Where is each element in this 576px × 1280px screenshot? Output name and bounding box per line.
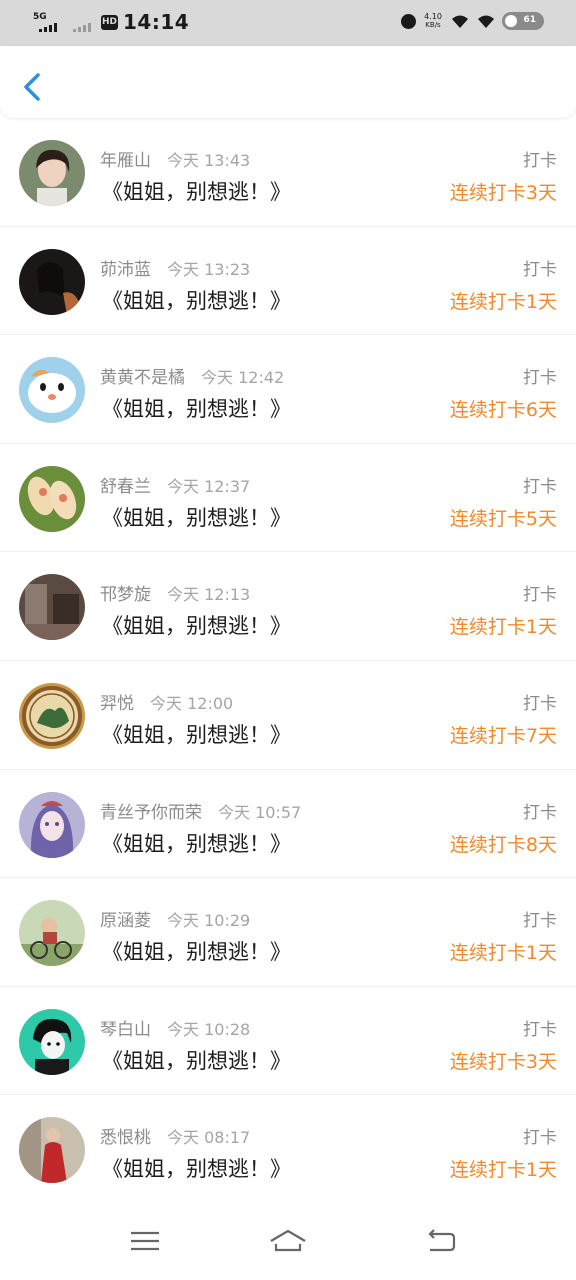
user-name: 悉恨桃 今天 08:17: [100, 1128, 251, 1149]
avatar: [19, 791, 85, 858]
list-item[interactable]: 原涵菱 今天 10:29 《姐姐，别想逃！》 打卡 连续打卡1天: [0, 878, 576, 987]
checkin-tag: 打卡: [523, 1128, 557, 1149]
streak-label: 连续打卡1天: [449, 616, 557, 639]
checkin-tag: 打卡: [523, 693, 557, 714]
battery-circle-icon: [505, 15, 517, 27]
post-time: 今天 12:42: [201, 368, 285, 388]
user-name: 青丝予你而荣 今天 10:57: [100, 802, 302, 823]
checkin-tag: 打卡: [523, 368, 557, 389]
avatar: [19, 574, 85, 641]
book-title: 《姐姐，别想逃！》: [102, 614, 291, 639]
streak-label: 连续打卡3天: [449, 182, 557, 204]
list-item[interactable]: 琴白山 今天 10:28 《姐姐，别想逃！》 打卡 连续打卡3天: [0, 987, 576, 1096]
post-time: 今天 10:57: [218, 802, 302, 822]
user-name: 邗梦旋 今天 12:13: [100, 585, 251, 606]
streak-label: 连续打卡1天: [449, 290, 557, 313]
avatar: [19, 1008, 85, 1075]
streak-label: 连续打卡1天: [449, 942, 557, 965]
post-time: 今天 12:13: [167, 585, 251, 605]
wifi-icon: [452, 15, 468, 28]
list-item[interactable]: 黄黄不是橘 今天 12:42 《姐姐，别想逃！》 打卡 连续打卡6天: [0, 335, 576, 444]
streak-label: 连续打卡7天: [449, 724, 557, 747]
list-item[interactable]: 茆沛蓝 今天 13:23 《姐姐，别想逃！》 打卡 连续打卡1天: [0, 227, 576, 336]
checkin-tag: 打卡: [523, 476, 557, 497]
signal-5g-icon: 5G: [33, 12, 59, 32]
battery-percent: 61: [523, 15, 536, 25]
book-title: 《姐姐，别想逃！》: [102, 1157, 291, 1182]
battery-indicator: 61: [502, 12, 544, 30]
back-icon[interactable]: [420, 1224, 460, 1258]
post-time: 今天 13:23: [167, 259, 251, 279]
checkin-tag: 打卡: [523, 259, 557, 280]
user-name: 羿悦 今天 12:00: [100, 693, 234, 714]
book-title: 《姐姐，别想逃！》: [102, 722, 291, 747]
list-item[interactable]: 舒春兰 今天 12:37 《姐姐，别想逃！》 打卡 连续打卡5天: [0, 444, 576, 553]
streak-label: 连续打卡3天: [449, 1050, 557, 1073]
post-time: 今天 10:28: [167, 1019, 251, 1039]
home-icon[interactable]: [268, 1224, 308, 1258]
streak-label: 连续打卡5天: [449, 507, 557, 530]
avatar: [19, 465, 85, 532]
book-title: 《姐姐，别想逃！》: [102, 831, 291, 856]
user-name: 原涵菱 今天 10:29: [100, 911, 251, 932]
list-item[interactable]: 悉恨桃 今天 08:17 《姐姐，别想逃！》 打卡 连续打卡1天: [0, 1095, 576, 1203]
top-header: [0, 46, 576, 118]
post-time: 今天 12:00: [150, 693, 234, 713]
book-title: 《姐姐，别想逃！》: [102, 1048, 291, 1073]
chevron-left-icon[interactable]: [18, 70, 48, 104]
status-bar: 5G HD 14:14 4.10 KB/s 61: [0, 0, 576, 46]
user-name: 舒春兰 今天 12:37: [100, 476, 251, 497]
avatar: [19, 1117, 85, 1184]
checkin-tag: 打卡: [523, 911, 557, 932]
speed-value: 4.10: [424, 12, 442, 21]
signal-secondary-icon: [73, 12, 95, 32]
list-item[interactable]: 年雁山 今天 13:43 《姐姐，别想逃！》 打卡 连续打卡3天: [0, 118, 576, 227]
checkin-tag: 打卡: [523, 151, 557, 171]
checkin-tag: 打卡: [523, 585, 557, 606]
list-item[interactable]: 邗梦旋 今天 12:13 《姐姐，别想逃！》 打卡 连续打卡1天: [0, 552, 576, 661]
avatar: [19, 357, 85, 424]
post-time: 今天 13:43: [167, 151, 251, 170]
clock: 14:14: [123, 10, 190, 34]
avatar: [19, 140, 85, 206]
alarm-icon: [401, 13, 416, 29]
book-title: 《姐姐，别想逃！》: [102, 397, 291, 422]
post-time: 今天 10:29: [167, 911, 251, 931]
streak-label: 连续打卡1天: [449, 1159, 557, 1182]
list-item[interactable]: 青丝予你而荣 今天 10:57 《姐姐，别想逃！》 打卡 连续打卡8天: [0, 770, 576, 879]
post-time: 今天 12:37: [167, 476, 251, 496]
user-name: 茆沛蓝 今天 13:23: [100, 259, 251, 280]
book-title: 《姐姐，别想逃！》: [102, 288, 291, 313]
streak-label: 连续打卡6天: [449, 399, 557, 422]
book-title: 《姐姐，别想逃！》: [102, 505, 291, 530]
book-title: 《姐姐，别想逃！》: [102, 940, 291, 965]
network-speed: 4.10 KB/s: [422, 12, 444, 30]
menu-icon[interactable]: [125, 1224, 165, 1258]
book-title: 《姐姐，别想逃！》: [102, 180, 291, 204]
checkin-tag: 打卡: [523, 1019, 557, 1040]
avatar: [19, 682, 85, 749]
user-name: 琴白山 今天 10:28: [100, 1019, 251, 1040]
list-item[interactable]: 羿悦 今天 12:00 《姐姐，别想逃！》 打卡 连续打卡7天: [0, 661, 576, 770]
avatar: [19, 900, 85, 967]
system-nav-bar: [0, 1196, 576, 1280]
status-right: 4.10 KB/s 61: [401, 12, 544, 30]
hd-badge: HD: [101, 14, 118, 30]
status-left: 5G HD 14:14: [33, 10, 189, 34]
wifi-icon-2: [478, 15, 494, 28]
avatar: [19, 248, 85, 315]
speed-unit: KB/s: [425, 21, 441, 29]
checkin-tag: 打卡: [523, 802, 557, 823]
user-name: 黄黄不是橘 今天 12:42: [100, 368, 285, 389]
streak-label: 连续打卡8天: [449, 833, 557, 856]
post-time: 今天 08:17: [167, 1128, 251, 1148]
user-name: 年雁山 今天 13:43: [100, 151, 251, 171]
checkin-list: 年雁山 今天 13:43 《姐姐，别想逃！》 打卡 连续打卡3天 茆沛蓝 今天 13…: [0, 118, 576, 1203]
